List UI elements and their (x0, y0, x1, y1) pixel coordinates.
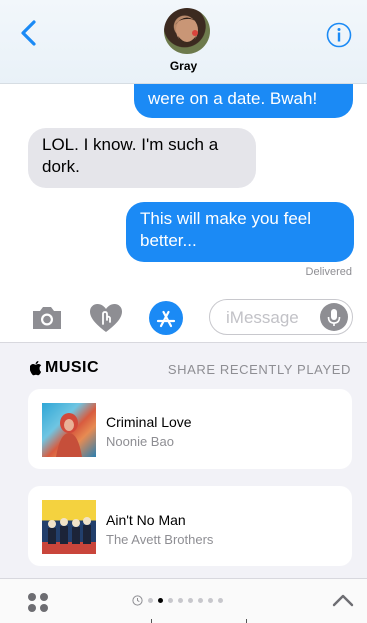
recent-clock-icon[interactable] (132, 595, 143, 606)
app-drawer-icon[interactable] (26, 592, 54, 614)
message-bubble-outgoing[interactable]: This will make you feel better... (126, 202, 354, 262)
album-art (42, 403, 96, 457)
apple-icon (30, 360, 42, 375)
app-store-button[interactable] (149, 301, 183, 335)
chevron-up-icon[interactable] (330, 591, 356, 611)
music-logo: MUSIC (30, 359, 99, 377)
delivered-status: Delivered (305, 266, 352, 278)
conversation-header: Gray (0, 0, 367, 84)
chevron-left-icon[interactable] (18, 18, 40, 48)
apple-music-panel: MUSIC SHARE RECENTLY PLAYED Criminal Lov… (0, 342, 367, 578)
digital-touch-button[interactable] (88, 302, 124, 334)
app-drawer-bar (0, 578, 367, 623)
track-card[interactable]: Ain't No Man The Avett Brothers (28, 486, 352, 566)
imessage-input[interactable]: iMessage (209, 299, 353, 335)
track-title: Ain't No Man (106, 512, 186, 528)
avatar[interactable] (164, 8, 210, 54)
message-bubble-incoming[interactable]: LOL. I know. I'm such a dork. (28, 128, 256, 188)
digital-touch-icon (90, 304, 122, 332)
music-panel-header: MUSIC SHARE RECENTLY PLAYED (0, 343, 367, 387)
track-artist: The Avett Brothers (106, 532, 214, 547)
app-store-icon (156, 310, 176, 328)
track-artist: Noonie Bao (106, 434, 174, 449)
page-dot[interactable] (148, 598, 153, 603)
imessage-placeholder: iMessage (226, 308, 299, 327)
track-title: Criminal Love (106, 414, 192, 430)
track-card[interactable]: Criminal Love Noonie Bao (28, 389, 352, 469)
microphone-button[interactable] (320, 303, 348, 331)
page-dot[interactable] (198, 598, 203, 603)
message-bubble-outgoing[interactable]: were on a date. Bwah! (134, 84, 353, 118)
page-dot[interactable] (168, 598, 173, 603)
page-dot[interactable] (208, 598, 213, 603)
album-art (42, 500, 96, 554)
indicator-bracket (151, 619, 247, 623)
page-dot[interactable] (188, 598, 193, 603)
camera-icon (33, 307, 61, 329)
contact-name[interactable]: Gray (0, 59, 367, 73)
microphone-icon (327, 309, 341, 326)
message-input-bar: iMessage (0, 290, 367, 342)
info-icon[interactable] (326, 22, 352, 48)
page-dot-active[interactable] (158, 598, 163, 603)
share-recently-played-label: SHARE RECENTLY PLAYED (167, 362, 351, 377)
page-dot[interactable] (178, 598, 183, 603)
page-dot[interactable] (218, 598, 223, 603)
music-brand-label: MUSIC (45, 359, 100, 376)
app-page-indicator[interactable] (132, 595, 223, 606)
camera-button[interactable] (30, 304, 64, 332)
